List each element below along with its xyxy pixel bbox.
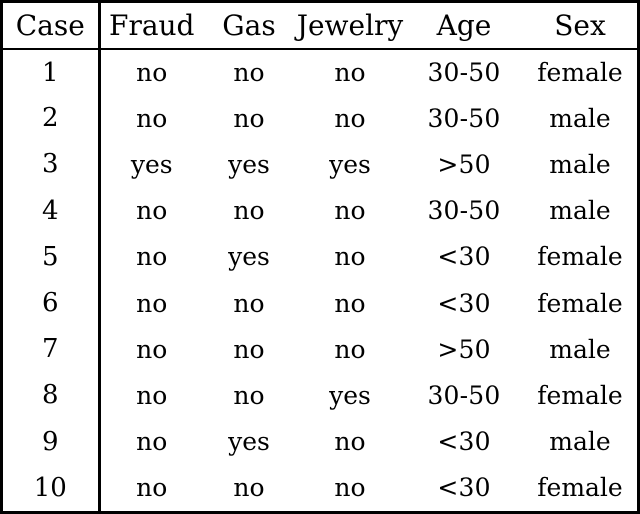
table-row: 1 no no no 30-50 female bbox=[3, 49, 637, 96]
cell-sex: female bbox=[523, 372, 637, 419]
cell-case: 10 bbox=[3, 464, 101, 511]
cell-gas: no bbox=[203, 464, 295, 511]
table-header: Case Fraud Gas Jewelry Age Sex bbox=[3, 3, 637, 50]
case-data-table: Case Fraud Gas Jewelry Age Sex 1 no no n… bbox=[3, 3, 637, 511]
cell-gas: no bbox=[203, 279, 295, 327]
cell-fraud: no bbox=[99, 279, 203, 327]
table-row: 9 no yes no <30 male bbox=[3, 418, 637, 465]
cell-fraud: no bbox=[99, 326, 203, 373]
cell-case: 7 bbox=[3, 326, 101, 373]
cell-fraud: no bbox=[99, 464, 203, 511]
cell-sex: male bbox=[523, 95, 637, 142]
table-row: 3 yes yes yes >50 male bbox=[3, 141, 637, 188]
cell-case: 8 bbox=[3, 372, 101, 419]
cell-fraud: no bbox=[99, 233, 203, 280]
column-header-age: Age bbox=[405, 3, 523, 50]
cell-age: >50 bbox=[405, 141, 523, 188]
column-header-sex: Sex bbox=[523, 3, 637, 50]
cell-jewelry: no bbox=[295, 233, 405, 280]
cell-age: 30-50 bbox=[405, 372, 523, 419]
cell-age: >50 bbox=[405, 326, 523, 373]
cell-jewelry: no bbox=[295, 418, 405, 465]
cell-jewelry: no bbox=[295, 49, 405, 96]
cell-fraud: no bbox=[99, 372, 203, 419]
cell-fraud: no bbox=[99, 418, 203, 465]
cell-sex: female bbox=[523, 279, 637, 327]
cell-age: <30 bbox=[405, 233, 523, 280]
cell-jewelry: no bbox=[295, 464, 405, 511]
cell-gas: no bbox=[203, 49, 295, 96]
cell-gas: no bbox=[203, 95, 295, 142]
column-header-jewelry: Jewelry bbox=[295, 3, 405, 50]
cell-age: <30 bbox=[405, 464, 523, 511]
cell-gas: no bbox=[203, 187, 295, 234]
cell-case: 4 bbox=[3, 187, 101, 234]
table-row: 6 no no no <30 female bbox=[3, 279, 637, 327]
cell-fraud: no bbox=[99, 187, 203, 234]
cell-age: 30-50 bbox=[405, 95, 523, 142]
cell-case: 2 bbox=[3, 95, 101, 142]
cell-gas: yes bbox=[203, 418, 295, 465]
cell-gas: no bbox=[203, 372, 295, 419]
cell-jewelry: no bbox=[295, 279, 405, 327]
cell-sex: male bbox=[523, 141, 637, 188]
cell-case: 9 bbox=[3, 418, 101, 465]
cell-age: 30-50 bbox=[405, 49, 523, 96]
table-row: 4 no no no 30-50 male bbox=[3, 187, 637, 234]
column-header-case: Case bbox=[3, 3, 101, 50]
cell-sex: female bbox=[523, 233, 637, 280]
header-row: Case Fraud Gas Jewelry Age Sex bbox=[3, 3, 637, 50]
cell-age: <30 bbox=[405, 279, 523, 327]
cell-sex: female bbox=[523, 49, 637, 96]
column-header-gas: Gas bbox=[203, 3, 295, 50]
column-header-fraud: Fraud bbox=[99, 3, 203, 50]
cell-fraud: yes bbox=[99, 141, 203, 188]
cell-sex: male bbox=[523, 187, 637, 234]
cell-case: 1 bbox=[3, 49, 101, 96]
cell-jewelry: no bbox=[295, 187, 405, 234]
cell-jewelry: yes bbox=[295, 372, 405, 419]
cell-case: 5 bbox=[3, 233, 101, 280]
cell-gas: yes bbox=[203, 233, 295, 280]
table-row: 7 no no no >50 male bbox=[3, 326, 637, 373]
table-row: 2 no no no 30-50 male bbox=[3, 95, 637, 142]
cell-jewelry: no bbox=[295, 326, 405, 373]
table-row: 5 no yes no <30 female bbox=[3, 233, 637, 280]
cell-case: 3 bbox=[3, 141, 101, 188]
cell-sex: female bbox=[523, 464, 637, 511]
cell-jewelry: no bbox=[295, 95, 405, 142]
table-frame: Case Fraud Gas Jewelry Age Sex 1 no no n… bbox=[0, 0, 640, 514]
cell-age: 30-50 bbox=[405, 187, 523, 234]
cell-fraud: no bbox=[99, 95, 203, 142]
table-body: 1 no no no 30-50 female 2 no no no 30-50… bbox=[3, 49, 637, 511]
cell-case: 6 bbox=[3, 279, 101, 327]
cell-fraud: no bbox=[99, 49, 203, 96]
cell-sex: male bbox=[523, 418, 637, 465]
cell-gas: no bbox=[203, 326, 295, 373]
cell-sex: male bbox=[523, 326, 637, 373]
cell-jewelry: yes bbox=[295, 141, 405, 188]
cell-gas: yes bbox=[203, 141, 295, 188]
table-row: 8 no no yes 30-50 female bbox=[3, 372, 637, 419]
cell-age: <30 bbox=[405, 418, 523, 465]
table-row: 10 no no no <30 female bbox=[3, 464, 637, 511]
